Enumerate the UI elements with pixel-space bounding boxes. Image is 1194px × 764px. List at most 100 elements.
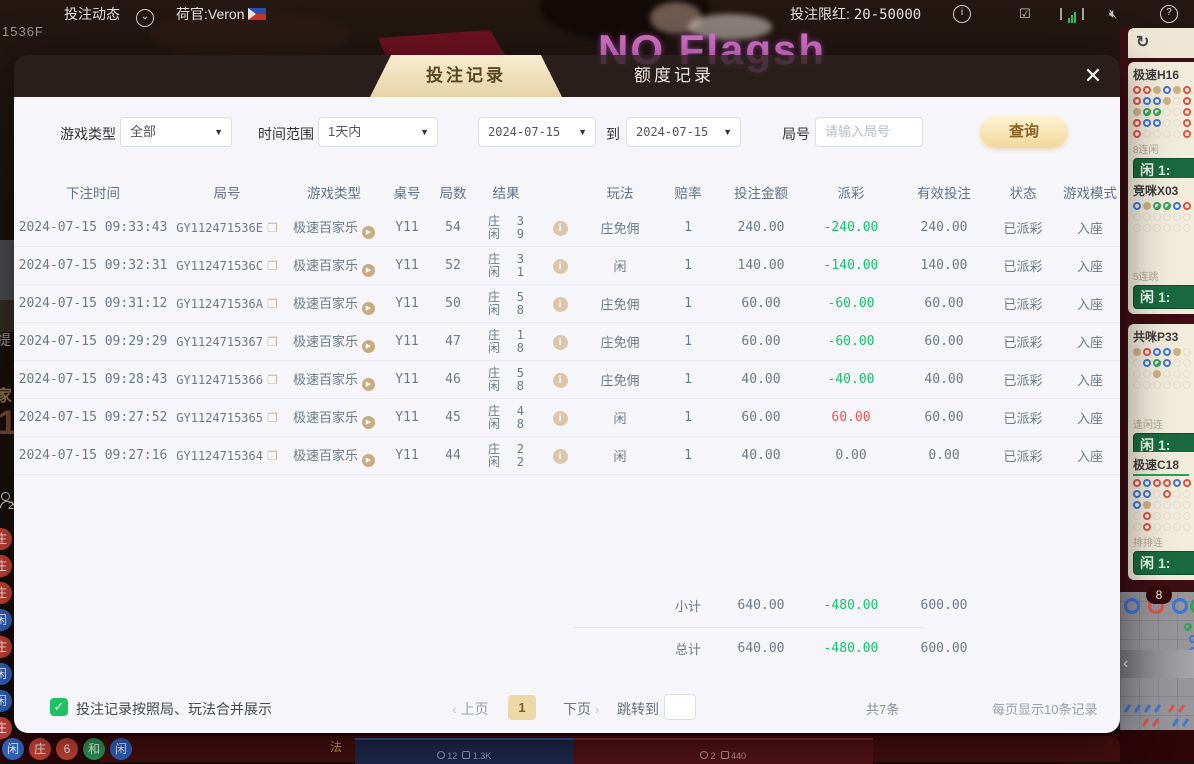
banker-bet-zone[interactable]: 2 440 — [573, 738, 873, 764]
play-icon[interactable]: ▶ — [362, 378, 375, 391]
road-panel-c18[interactable]: 极速C18 排排连 闲1: — [1128, 452, 1194, 580]
total-row: 总计 640.00 -480.00 600.00 — [14, 630, 1120, 666]
collapse-arrow[interactable]: ‹ — [1120, 650, 1194, 678]
summary-divider — [574, 627, 924, 628]
modal-footer: ✓ 投注记录按照局、玩法合并展示 ‹ 上页 1 下页 › 跳转到 共7条 每页显… — [14, 689, 1120, 727]
info-icon[interactable]: i — [553, 449, 568, 464]
date-from-select[interactable]: 2024-07-15▼ — [478, 117, 596, 147]
info-icon[interactable]: i — [553, 259, 568, 274]
play-icon[interactable]: ▶ — [362, 302, 375, 315]
caret-down-icon: ▼ — [420, 118, 429, 146]
copy-icon[interactable]: ❐ — [267, 221, 278, 235]
refresh-bar[interactable]: ↻ — [1128, 28, 1194, 58]
topbar: 1536F 投注动态 ⌄ 荷官:Veron 投注限红: 20-50000 i ☑… — [0, 0, 1194, 50]
bet-limit-label: 投注限红: 20-50000 — [790, 4, 921, 24]
prev-page-button[interactable]: ‹ 上页 — [452, 699, 489, 719]
road-tag: 逢闲连 — [1133, 416, 1194, 431]
play-icon[interactable]: ▶ — [362, 226, 375, 239]
bet-feed-label: 投注动态 — [64, 4, 120, 24]
streak-count-bubble: 8 — [1146, 586, 1172, 604]
bead-grid — [1133, 201, 1194, 234]
info-circle-icon[interactable]: i — [953, 3, 971, 19]
tab-bet-records[interactable]: 投注记录 — [370, 55, 562, 97]
bet-records-modal: 投注记录 额度记录 ✕ 游戏类型 全部▼ 时间范围 1天内▼ 2024-07-1… — [14, 55, 1120, 733]
date-to-select[interactable]: 2024-07-15▼ — [626, 117, 741, 147]
road-badge: 闲 — [110, 738, 132, 760]
philippines-flag-icon — [248, 8, 266, 20]
total-count-label: 共7条 — [866, 699, 899, 718]
road-panel-p33[interactable]: 共咪P33 逢闲连 闲1: — [1128, 324, 1194, 462]
game-type-label: 游戏类型 — [60, 124, 116, 144]
road-badge: 庄 — [29, 738, 51, 760]
road-panel-x03[interactable]: 竞咪X03 5连跳 闲1: — [1128, 178, 1194, 314]
table-body: 2024-07-15 09:33:43 GY112471536E❐ 极速百家乐▶… — [14, 209, 1120, 475]
merge-checkbox-label: 投注记录按照局、玩法合并展示 — [76, 699, 272, 719]
merge-checkbox[interactable]: ✓ — [50, 698, 68, 716]
good-roads-sidebar: ↻ 极速H16 8连闲 闲1: 竞咪X03 5连跳 闲1: 共咪P33 逢闲连 … — [1128, 28, 1194, 594]
game-type-select[interactable]: 全部▼ — [120, 117, 232, 147]
filter-bar: 游戏类型 全部▼ 时间范围 1天内▼ 2024-07-15▼ 到 2024-07… — [14, 117, 1120, 149]
subtotal-row: 小计 640.00 -480.00 600.00 — [14, 587, 1120, 623]
close-icon[interactable]: ✕ — [1080, 63, 1106, 89]
info-icon[interactable]: i — [553, 221, 568, 236]
play-icon[interactable]: ▶ — [362, 264, 375, 277]
road-badge: 6 — [56, 738, 78, 760]
info-icon[interactable]: i — [553, 411, 568, 426]
table-row: 2024-07-15 09:29:29 GY1124715367❐ 极速百家乐▶… — [14, 323, 1120, 361]
copy-icon[interactable]: ❐ — [267, 259, 278, 273]
current-page-indicator[interactable]: 1 — [508, 695, 536, 720]
info-icon[interactable]: i — [553, 335, 568, 350]
next-page-button[interactable]: 下页 › — [563, 699, 600, 719]
copy-icon[interactable]: ❐ — [267, 335, 278, 349]
copy-icon[interactable]: ❐ — [267, 411, 278, 425]
query-button[interactable]: 查询 — [980, 116, 1068, 148]
round-no-input[interactable]: 请输入局号 — [815, 117, 923, 147]
table-row: 2024-07-15 09:27:52 GY1124715365❐ 极速百家乐▶… — [14, 399, 1120, 437]
round-no-label: 局号 — [782, 124, 810, 144]
table-row: 2024-07-15 09:32:31 GY112471536C❐ 极速百家乐▶… — [14, 247, 1120, 285]
chevron-right-icon: › — [595, 701, 600, 717]
copy-icon[interactable]: ❐ — [267, 373, 278, 387]
copy-icon[interactable]: ❐ — [267, 449, 278, 463]
jump-to-input[interactable] — [664, 694, 696, 720]
main-roadmap-fragment: 6 ‹ — [1120, 592, 1194, 735]
tab-credit-records[interactable]: 额度记录 — [594, 55, 754, 97]
table-row: 2024-07-15 09:31:12 GY112471536A❐ 极速百家乐▶… — [14, 285, 1120, 323]
road-tag: 排排连 — [1133, 534, 1194, 549]
road-tag: 8连闲 — [1133, 141, 1194, 156]
green-underline — [1133, 474, 1189, 476]
speaker-muted-icon[interactable]: 🔇︎ — [1104, 6, 1122, 22]
stream-id: 1536F — [2, 24, 44, 39]
table-row: 2024-07-15 09:28:43 GY1124715366❐ 极速百家乐▶… — [14, 361, 1120, 399]
bead-grid — [1133, 347, 1194, 391]
video-fragment — [0, 300, 14, 332]
dealer-label: 荷官:Veron — [176, 4, 266, 24]
road-panel-h16[interactable]: 极速H16 8连闲 闲1: — [1128, 62, 1194, 187]
play-icon[interactable]: ▶ — [362, 340, 375, 353]
page-size-label: 每页显示10条记录 — [992, 699, 1097, 718]
refresh-icon[interactable]: ↻ — [1136, 34, 1149, 51]
modal-header: 投注记录 额度记录 ✕ — [14, 55, 1120, 97]
play-icon[interactable]: ▶ — [362, 454, 375, 467]
copy-icon[interactable]: ❐ — [267, 297, 278, 311]
left-fragment-text: 家 — [0, 382, 12, 406]
info-icon[interactable]: i — [553, 297, 568, 312]
road-tag: 5连跳 — [1133, 268, 1194, 283]
zone-label-fragment: 法 — [330, 738, 342, 755]
time-range-select[interactable]: 1天内▼ — [318, 117, 438, 147]
road-badge: 和 — [83, 738, 105, 760]
play-icon[interactable]: ▶ — [362, 416, 375, 429]
bet-confirm-icon[interactable]: ☑ — [1016, 6, 1034, 22]
player-bet-zone[interactable]: 12 1.3K — [355, 738, 573, 764]
network-signal-icon[interactable] — [1060, 8, 1078, 24]
caret-down-icon: ▼ — [723, 118, 732, 146]
bet-zones-panel: 12 1.3K 2 440 — [100, 736, 1120, 762]
caret-down-icon: ▼ — [578, 118, 587, 146]
info-icon[interactable]: i — [553, 373, 568, 388]
seat-count-icon: 2 — [0, 492, 15, 508]
help-icon[interactable]: ? — [1160, 3, 1178, 19]
chevron-down-icon[interactable]: ⌄ — [136, 6, 154, 27]
time-range-label: 时间范围 — [258, 124, 314, 144]
table-row: 2024-07-15 09:27:16 GY1124715364❐ 极速百家乐▶… — [14, 437, 1120, 475]
date-to-label: 到 — [606, 124, 620, 144]
